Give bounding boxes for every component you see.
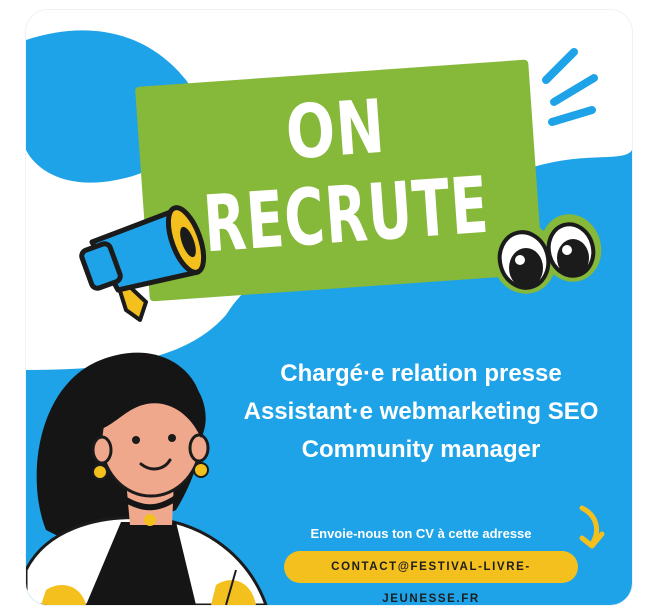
cta-text: Envoie-nous ton CV à cette adresse — [310, 526, 532, 541]
job-item: Chargé·e relation presse — [280, 360, 562, 387]
job-list: Chargé·e relation presse Assistant·e web… — [226, 355, 616, 469]
headline-line2: RECRUTE — [200, 160, 492, 271]
headline-banner: ON RECRUTE — [134, 59, 544, 302]
email-link[interactable]: CONTACT@FESTIVAL-LIVRE-JEUNESSE.FR — [284, 551, 578, 605]
job-item: Assistant·e webmarketing SEO — [243, 398, 599, 425]
job-item: Community manager — [301, 436, 541, 463]
recruitment-poster: ON RECRUTE Chargé·e relation presse Assi… — [26, 10, 632, 605]
